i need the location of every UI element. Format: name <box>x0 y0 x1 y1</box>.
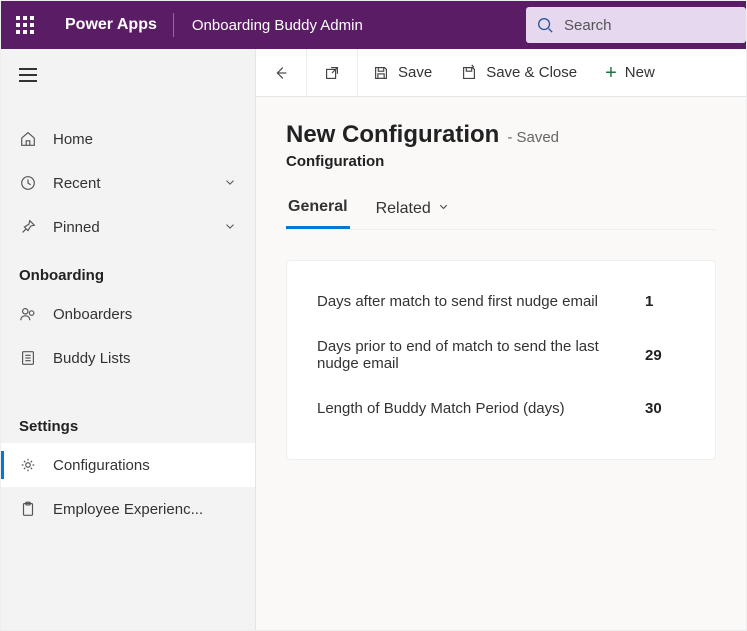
clipboard-icon <box>19 500 43 518</box>
record-status: - Saved <box>507 129 559 146</box>
page-title: New Configuration - Saved <box>286 121 716 149</box>
tab-related-label: Related <box>376 200 431 218</box>
list-icon <box>19 349 43 367</box>
save-icon <box>372 64 390 82</box>
clock-icon <box>19 174 43 192</box>
field-row: Days after match to send first nudge ema… <box>317 279 685 324</box>
nav-label: Pinned <box>43 219 223 236</box>
chevron-down-icon <box>437 200 450 218</box>
field-label: Days prior to end of match to send the l… <box>317 338 625 372</box>
global-search[interactable] <box>526 7 746 43</box>
left-nav: Home Recent Pinned Onboa <box>1 49 256 630</box>
nav-label: Configurations <box>43 457 237 474</box>
home-icon <box>19 130 43 148</box>
new-label: New <box>625 64 655 81</box>
form-region: New Configuration - Saved Configuration … <box>256 97 746 630</box>
save-label: Save <box>398 64 432 81</box>
tab-general[interactable]: General <box>286 192 350 229</box>
nav-item-onboarders[interactable]: Onboarders <box>1 292 255 336</box>
pin-icon <box>19 218 43 236</box>
save-close-label: Save & Close <box>486 64 577 81</box>
app-title: Onboarding Buddy Admin <box>174 17 381 34</box>
main-content: Save Save & Close + New New Configuratio… <box>256 49 746 630</box>
tab-related[interactable]: Related <box>374 192 452 229</box>
global-header: Power Apps Onboarding Buddy Admin <box>1 1 746 49</box>
open-new-window-button[interactable] <box>307 49 358 96</box>
field-value[interactable]: 1 <box>645 293 685 310</box>
nav-item-pinned[interactable]: Pinned <box>1 205 255 249</box>
field-row: Days prior to end of match to send the l… <box>317 324 685 386</box>
app-body: Home Recent Pinned Onboa <box>1 49 746 630</box>
nav-label: Employee Experienc... <box>43 501 237 518</box>
nav-label: Home <box>43 131 237 148</box>
form-card: Days after match to send first nudge ema… <box>286 260 716 460</box>
nav-item-employee-experience[interactable]: Employee Experienc... <box>1 487 255 531</box>
field-label: Days after match to send first nudge ema… <box>317 293 625 310</box>
app-launcher-button[interactable] <box>1 1 49 49</box>
plus-icon: + <box>605 63 617 83</box>
nav-label: Recent <box>43 175 223 192</box>
new-button[interactable]: + New <box>591 49 669 96</box>
search-input[interactable] <box>562 16 732 35</box>
field-value[interactable]: 30 <box>645 400 685 417</box>
command-bar: Save Save & Close + New <box>256 49 746 97</box>
app-root: Power Apps Onboarding Buddy Admin Home <box>0 0 747 631</box>
record-title: New Configuration <box>286 121 499 149</box>
field-row: Length of Buddy Match Period (days) 30 <box>317 386 685 431</box>
nav-label: Onboarders <box>43 306 237 323</box>
field-value[interactable]: 29 <box>645 347 685 364</box>
save-button[interactable]: Save <box>358 49 446 96</box>
nav-section-settings: Settings <box>1 400 255 443</box>
people-icon <box>19 305 43 323</box>
form-tabs: General Related <box>286 192 716 230</box>
save-close-button[interactable]: Save & Close <box>446 49 591 96</box>
nav-label: Buddy Lists <box>43 350 237 367</box>
back-button[interactable] <box>256 49 307 96</box>
nav-item-buddy-lists[interactable]: Buddy Lists <box>1 336 255 380</box>
gear-icon <box>19 456 43 474</box>
nav-collapse-button[interactable] <box>1 53 255 97</box>
product-name: Power Apps <box>49 16 173 34</box>
nav-item-configurations[interactable]: Configurations <box>1 443 255 487</box>
entity-name: Configuration <box>286 153 716 170</box>
chevron-down-icon <box>223 175 237 192</box>
search-icon <box>536 16 554 34</box>
open-in-new-icon <box>323 64 341 82</box>
arrow-left-icon <box>272 64 290 82</box>
hamburger-icon <box>19 68 37 82</box>
waffle-icon <box>16 16 34 34</box>
nav-section-onboarding: Onboarding <box>1 249 255 292</box>
nav-item-recent[interactable]: Recent <box>1 161 255 205</box>
nav-item-home[interactable]: Home <box>1 117 255 161</box>
field-label: Length of Buddy Match Period (days) <box>317 400 625 417</box>
chevron-down-icon <box>223 219 237 236</box>
save-close-icon <box>460 64 478 82</box>
